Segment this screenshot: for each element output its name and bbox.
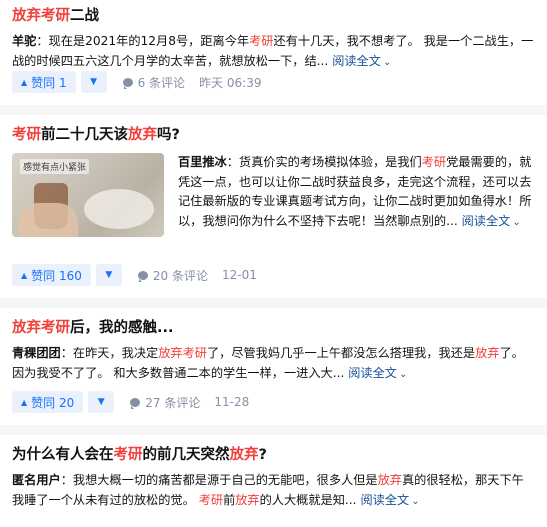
- result-card: 为什么有人会在考研的前几天突然放弃? 匿名用户：我想大概一切的痛苦都是源于自己的…: [0, 435, 547, 527]
- comment-bubble-icon: [130, 397, 141, 409]
- search-results-feed: 放弃考研二战 羊驼：现在是2021年的12月8号，距离今年考研还有十几天，我不想…: [0, 0, 547, 527]
- text-segment: ：我想大概一切的痛苦都是源于自己的无能吧，很多人但是: [60, 473, 378, 487]
- keyword-highlight: 考研: [249, 34, 274, 48]
- keyword-highlight: 放弃: [235, 492, 260, 507]
- thumbnail-image[interactable]: 感觉有点小紧张: [12, 153, 164, 237]
- action-bar: ▲ 赞同 20 ▼ 27 条评论 11-28: [12, 391, 249, 413]
- post-time: 12-01: [221, 268, 257, 282]
- keyword-highlight: 放弃: [475, 346, 500, 360]
- downvote-button[interactable]: ▼: [80, 71, 107, 93]
- triangle-up-icon: ▲: [21, 397, 28, 407]
- text-segment: 二战: [70, 8, 99, 24]
- upvote-button[interactable]: ▲ 赞同 160: [12, 264, 91, 286]
- keyword-highlight: 考研: [113, 447, 143, 463]
- read-more-link[interactable]: 阅读全文 ⌄: [348, 366, 407, 380]
- text-segment: 前二十几天该: [41, 127, 128, 143]
- keyword-highlight: 放弃考研: [12, 320, 70, 336]
- answer-author[interactable]: 百里推冰: [178, 155, 227, 169]
- keyword-highlight: 考研: [12, 127, 41, 143]
- keyword-highlight: 放弃考研: [12, 8, 70, 24]
- triangle-down-icon: ▼: [105, 270, 113, 280]
- answer-author[interactable]: 羊驼: [12, 34, 36, 48]
- upvote-button[interactable]: ▲ 赞同 1: [12, 71, 76, 93]
- chevron-down-icon: ⌄: [382, 56, 392, 68]
- triangle-up-icon: ▲: [21, 77, 28, 87]
- thumbnail-caption: 感觉有点小紧张: [20, 159, 90, 174]
- upvote-button[interactable]: ▲ 赞同 20: [12, 391, 84, 413]
- read-more-link[interactable]: 阅读全文 ⌄: [462, 214, 521, 228]
- read-more-link[interactable]: 阅读全文 ⌄: [360, 493, 419, 507]
- keyword-highlight: 放弃: [377, 473, 402, 487]
- excerpt-text: ：在昨天，我决定放弃考研了，尽管我妈几乎一上午都没怎么搭理我，我还是放弃了。因为…: [12, 346, 524, 380]
- chevron-down-icon: ⌄: [399, 368, 408, 380]
- post-time: 昨天 06:39: [199, 75, 262, 90]
- excerpt-text: ：我想大概一切的痛苦都是源于自己的无能吧，很多人但是放弃真的很轻松，那天下午我睡…: [12, 473, 524, 507]
- answer-author[interactable]: 青稞团团: [12, 346, 61, 360]
- comments-button[interactable]: 27 条评论: [130, 394, 200, 411]
- text-segment: 了，尽管我妈几乎一上午都没怎么搭理我，我还是: [207, 346, 476, 360]
- result-title[interactable]: 放弃考研二战: [12, 6, 535, 26]
- result-excerpt[interactable]: 百里推冰：货真价实的考场模拟体验，是我们考研党最需要的，就凭这一点，也可以让你二…: [178, 153, 535, 237]
- text-segment: 的前几天突然: [142, 447, 230, 463]
- result-card: 放弃考研二战 羊驼：现在是2021年的12月8号，距离今年考研还有十几天，我不想…: [0, 0, 547, 105]
- keyword-highlight: 考研: [421, 155, 447, 169]
- comment-bubble-icon: [122, 77, 133, 89]
- keyword-highlight: 考研: [198, 492, 224, 507]
- comments-button[interactable]: 20 条评论: [137, 267, 208, 284]
- chevron-down-icon: ⌄: [411, 495, 420, 507]
- post-time: 11-28: [214, 395, 250, 409]
- result-card: 放弃考研后，我的感触... 青稞团团：在昨天，我决定放弃考研了，尽管我妈几乎一上…: [0, 308, 547, 425]
- result-excerpt[interactable]: 羊驼：现在是2021年的12月8号，距离今年考研还有十几天，我不想考了。 我是一…: [12, 32, 535, 71]
- result-title[interactable]: 为什么有人会在考研的前几天突然放弃?: [12, 445, 535, 465]
- text-segment: ：货真价实的考场模拟体验，是我们: [226, 155, 422, 169]
- keyword-highlight: 放弃考研: [158, 346, 207, 360]
- keyword-highlight: 放弃: [229, 447, 259, 463]
- text-segment: ：在昨天，我决定: [60, 346, 159, 360]
- text-segment: 为什么有人会在: [12, 447, 114, 463]
- excerpt-text: ：现在是2021年的12月8号，距离今年考研还有十几天，我不想考了。 我是一个二…: [12, 34, 533, 68]
- result-title[interactable]: 考研前二十几天该放弃吗?: [12, 125, 535, 145]
- text-segment: 吗?: [157, 127, 180, 143]
- text-segment: 前: [223, 492, 236, 507]
- text-segment: 的人大概就是知...: [259, 492, 357, 507]
- text-segment: ?: [258, 447, 267, 463]
- comment-bubble-icon: [137, 270, 148, 282]
- result-card: 考研前二十几天该放弃吗? 感觉有点小紧张 百里推冰：货真价实的考场模拟体验，是我…: [0, 115, 547, 298]
- keyword-highlight: 放弃: [128, 127, 157, 143]
- action-bar: ▲ 赞同 160 ▼ 20 条评论 12-01: [12, 264, 257, 286]
- text-segment: 后，我的感触...: [70, 320, 174, 336]
- result-title[interactable]: 放弃考研后，我的感触...: [12, 318, 535, 338]
- triangle-up-icon: ▲: [21, 270, 28, 280]
- result-excerpt[interactable]: 匿名用户：我想大概一切的痛苦都是源于自己的无能吧，很多人但是放弃真的很轻松，那天…: [12, 471, 535, 510]
- result-excerpt[interactable]: 青稞团团：在昨天，我决定放弃考研了，尽管我妈几乎一上午都没怎么搭理我，我还是放弃…: [12, 344, 535, 383]
- text-segment: ：现在是2021年的12月8号，距离今年: [36, 34, 250, 48]
- chevron-down-icon: ⌄: [512, 216, 521, 228]
- comments-button[interactable]: 6 条评论: [122, 74, 185, 91]
- action-bar: ▲ 赞同 1 ▼ 6 条评论 昨天 06:39: [12, 71, 261, 93]
- answer-author[interactable]: 匿名用户: [12, 473, 61, 487]
- triangle-down-icon: ▼: [97, 397, 105, 407]
- triangle-down-icon: ▼: [90, 77, 98, 87]
- read-more-link[interactable]: 阅读全文 ⌄: [332, 54, 391, 68]
- downvote-button[interactable]: ▼: [88, 391, 115, 413]
- downvote-button[interactable]: ▼: [95, 264, 122, 286]
